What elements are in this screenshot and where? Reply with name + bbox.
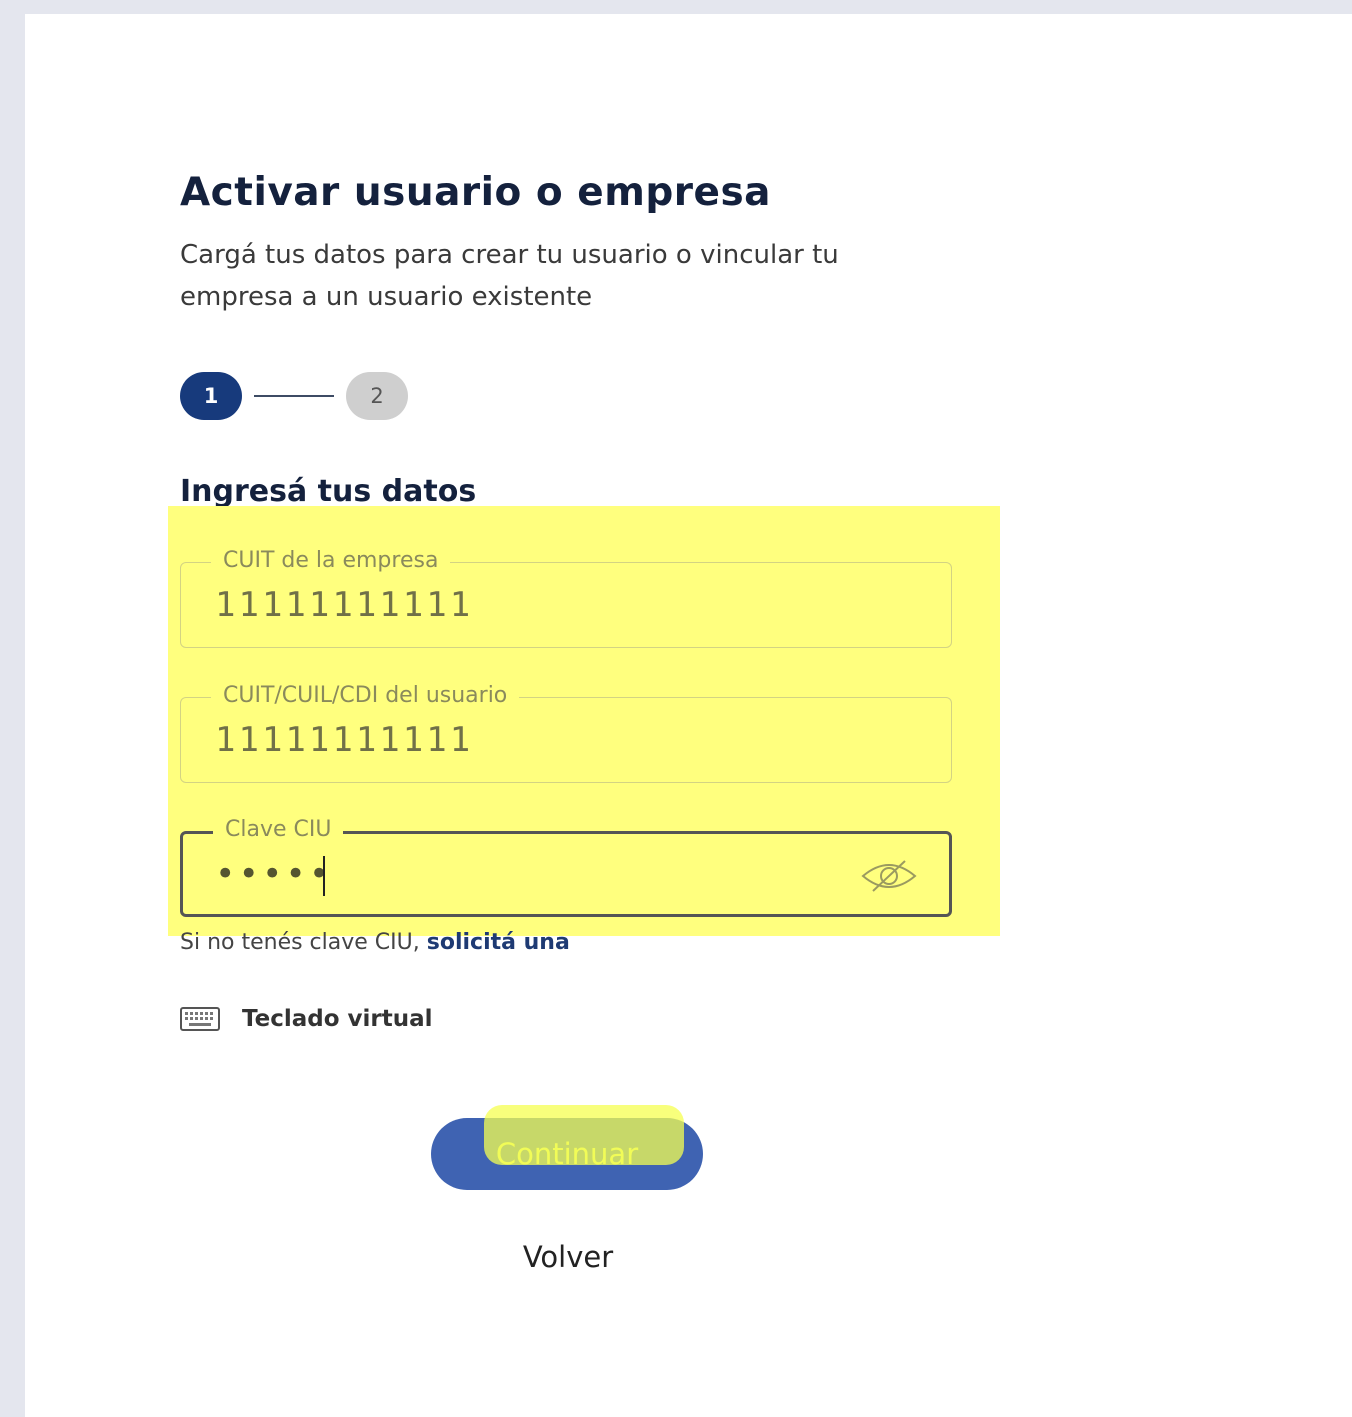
virtual-keyboard-label: Teclado virtual xyxy=(242,1006,433,1032)
text-caret xyxy=(323,856,325,896)
cuit-empresa-value[interactable]: 11111111111 xyxy=(215,585,473,625)
keyboard-icon xyxy=(180,1007,220,1031)
cuit-usuario-value[interactable]: 11111111111 xyxy=(215,720,473,760)
section-title: Ingresá tus datos xyxy=(180,474,477,509)
page-subtitle: Cargá tus datos para crear tu usuario o … xyxy=(180,240,839,312)
step-connector xyxy=(254,395,334,397)
stepper: 1 2 xyxy=(180,372,410,420)
cuit-usuario-field[interactable]: CUIT/CUIL/CDI del usuario 11111111111 xyxy=(180,681,952,783)
hint-text: Si no tenés clave CIU, xyxy=(180,930,427,955)
cuit-empresa-field[interactable]: CUIT de la empresa 11111111111 xyxy=(180,546,952,648)
step-2: 2 xyxy=(346,372,408,420)
solicitar-clave-link[interactable]: solicitá una xyxy=(427,930,570,955)
back-button[interactable]: Volver xyxy=(468,1232,668,1282)
clave-ciu-value[interactable]: ••••• xyxy=(215,854,332,894)
clave-ciu-label: Clave CIU xyxy=(213,815,344,845)
page-title: Activar usuario o empresa xyxy=(180,170,771,215)
virtual-keyboard-toggle[interactable]: Teclado virtual xyxy=(180,1006,433,1032)
step-1: 1 xyxy=(180,372,242,420)
button-highlight-overlay xyxy=(484,1105,684,1165)
cuit-usuario-label: CUIT/CUIL/CDI del usuario xyxy=(211,681,520,711)
clave-ciu-field[interactable]: Clave CIU ••••• xyxy=(180,815,952,917)
clave-hint: Si no tenés clave CIU, solicitá una xyxy=(180,930,570,955)
cuit-empresa-label: CUIT de la empresa xyxy=(211,546,451,576)
eye-slash-icon[interactable] xyxy=(859,858,919,894)
